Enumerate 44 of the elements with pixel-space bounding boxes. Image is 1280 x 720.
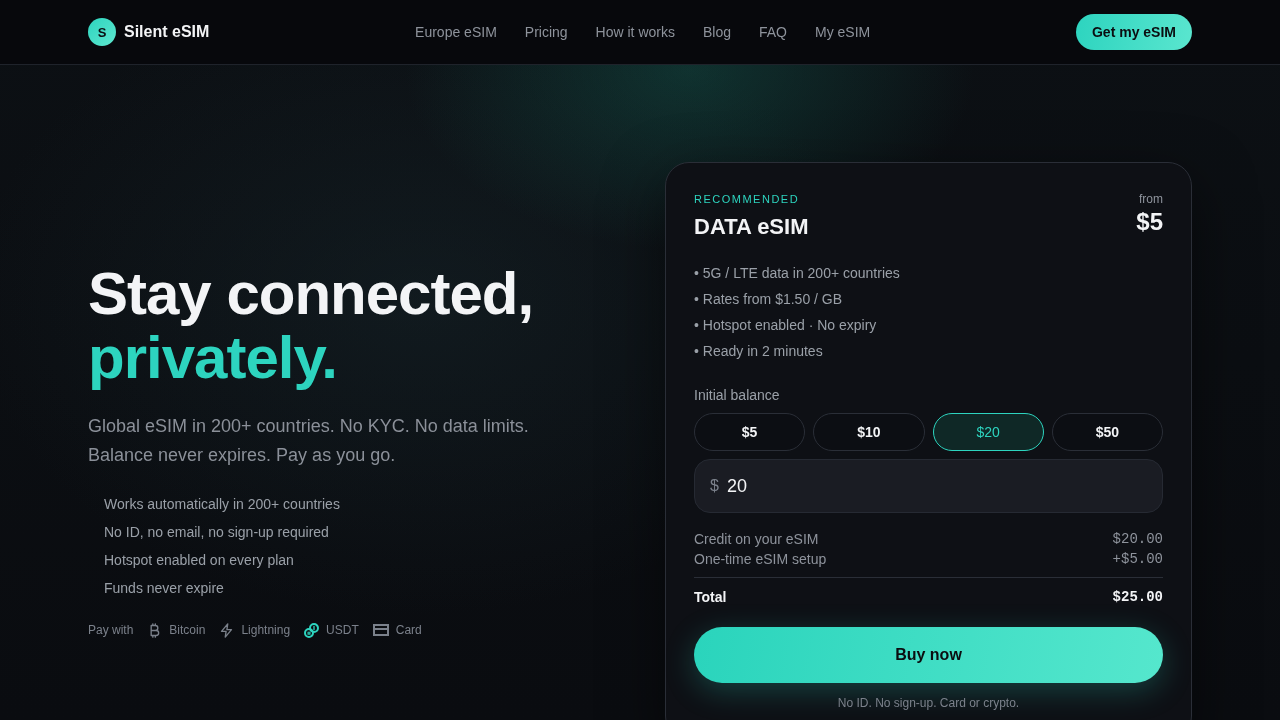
balance-label: Initial balance	[694, 386, 780, 405]
amount-option[interactable]: $5	[694, 413, 806, 451]
feature-item: Hotspot enabled on every plan	[104, 551, 294, 570]
footnote: No ID. No sign-up. Card or crypto.	[837, 695, 1020, 711]
price-prefix: from	[1139, 191, 1163, 207]
total-value: $25.00	[1112, 588, 1163, 607]
nav-link[interactable]: How it works	[595, 24, 675, 40]
pay-with-label: Pay with	[88, 623, 134, 637]
summary-label: One-time eSIM setup	[694, 550, 827, 569]
plan-title: DATA eSIM	[694, 213, 809, 241]
summary-value: +$5.00	[1112, 550, 1163, 569]
payment-method-label: USDT	[326, 623, 359, 637]
plan-price: $5	[1136, 207, 1163, 237]
logo-mark[interactable]: S	[88, 18, 116, 46]
hero-headline: Stay connected,	[88, 262, 534, 326]
payment-method-label: Lightning	[241, 623, 291, 637]
summary-label: Credit on your eSIM	[694, 530, 819, 549]
total-label: Total	[694, 588, 727, 607]
summary-value: $20.00	[1112, 530, 1163, 549]
hero-headline-accent: privately.	[88, 326, 337, 390]
nav-link[interactable]: Blog	[702, 24, 731, 40]
brand-name[interactable]: Silent eSIM	[124, 23, 210, 41]
feature-item: No ID, no email, no sign-up required	[104, 523, 329, 542]
plan-feature: • 5G / LTE data in 200+ countries	[694, 264, 900, 283]
payment-method-label: Card	[395, 623, 422, 637]
nav-link[interactable]: Europe eSIM	[415, 24, 497, 40]
feature-item: Funds never expire	[104, 579, 224, 598]
recommended-label: RECOMMENDED	[694, 192, 800, 207]
amount-option[interactable]: $10	[813, 413, 925, 451]
get-esim-button[interactable]: Get my eSIM	[1075, 14, 1192, 50]
amount-option[interactable]: $50	[1051, 413, 1163, 451]
buy-now-button[interactable]: Buy now	[694, 627, 1163, 683]
plan-feature: • Hotspot enabled · No expiry	[694, 316, 877, 335]
hero-subtitle: Balance never expires. Pay as you go.	[88, 444, 396, 467]
nav-link[interactable]: FAQ	[759, 24, 787, 40]
nav-link[interactable]: Pricing	[524, 24, 568, 40]
payment-method-label: Bitcoin	[169, 623, 206, 637]
hero-subtitle: Global eSIM in 200+ countries. No KYC. No data limits.	[88, 415, 529, 438]
currency-prefix: $	[710, 476, 719, 496]
amount-option[interactable]: $20	[932, 413, 1044, 451]
nav-link[interactable]: My eSIM	[815, 24, 871, 40]
plan-feature: • Ready in 2 minutes	[694, 342, 823, 361]
plan-feature: • Rates from $1.50 / GB	[694, 290, 843, 309]
feature-item: Works automatically in 200+ countries	[104, 495, 340, 514]
